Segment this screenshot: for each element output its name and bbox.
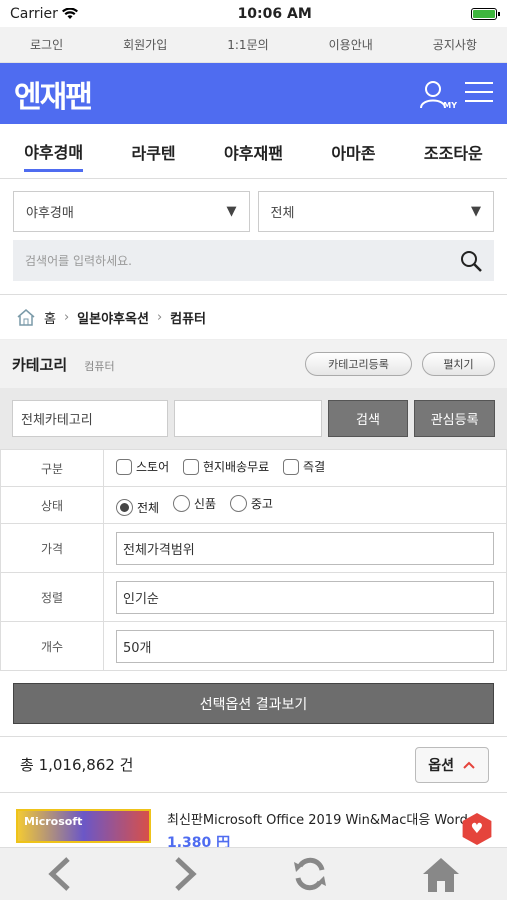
filter-row: 전체카테고리 검색 관심등록 — [0, 388, 507, 449]
home-icon[interactable] — [16, 308, 36, 326]
tab-zozotown[interactable]: 조조타운 — [424, 132, 483, 170]
product-thumbnail[interactable]: Microsoft — [16, 809, 151, 843]
breadcrumb-computer[interactable]: 컴퓨터 — [170, 308, 206, 327]
count-select[interactable]: 50개 — [116, 629, 494, 663]
price-label: 가격 — [0, 523, 104, 573]
state-all-radio[interactable]: 전체 — [116, 498, 159, 516]
market-select[interactable]: 야후경매 ▼ — [13, 191, 250, 232]
option-toggle-button[interactable]: 옵션 — [415, 746, 489, 783]
my-account-icon[interactable]: MY — [419, 78, 457, 110]
home-nav-icon[interactable] — [421, 855, 461, 893]
menu-icon[interactable] — [465, 81, 493, 107]
carrier-label: Carrier — [10, 6, 79, 22]
breadcrumb: 홈 › 일본야후옥션 › 컴퓨터 — [0, 295, 507, 340]
category-bar: 카테고리 컴퓨터 카테고리등록 펼치기 — [0, 340, 507, 388]
logo[interactable]: 엔재팬 — [14, 72, 93, 116]
back-icon[interactable] — [46, 857, 76, 891]
chevron-down-icon: ▼ — [471, 204, 481, 219]
product-title[interactable]: 최신판Microsoft Office 2019 Win&Mac대응 Word — [167, 809, 468, 828]
sort-select[interactable]: 인기순 — [116, 580, 494, 614]
chevron-down-icon: ▼ — [226, 204, 237, 219]
state-label: 상태 — [0, 486, 104, 524]
product-item[interactable]: Microsoft 최신판Microsoft Office 2019 Win&M… — [0, 793, 507, 851]
total-count: 총 1,016,862 건 — [20, 756, 134, 774]
header: 엔재팬 MY — [0, 63, 507, 124]
search-button[interactable]: 검색 — [327, 400, 409, 437]
state-new-radio[interactable]: 신품 — [172, 494, 216, 512]
count-label: 개수 — [0, 621, 104, 671]
refresh-icon[interactable] — [292, 856, 328, 892]
count-bar: 총 1,016,862 건 옵션 — [0, 737, 507, 793]
status-bar: Carrier 10:06 AM — [0, 0, 507, 27]
chevron-up-icon — [463, 761, 475, 769]
bottom-toolbar — [0, 847, 507, 900]
tab-amazon[interactable]: 아마존 — [331, 132, 375, 170]
favorite-button[interactable]: 관심등록 — [414, 400, 495, 437]
tab-yahoo-japan[interactable]: 야후재팬 — [224, 132, 283, 170]
signup-link[interactable]: 회원가입 — [123, 36, 167, 53]
login-link[interactable]: 로그인 — [30, 36, 63, 53]
top-nav: 로그인 회원가입 1:1문의 이용안내 공지사항 — [0, 27, 507, 63]
category-select[interactable]: 전체카테고리 — [12, 400, 168, 437]
guide-link[interactable]: 이용안내 — [329, 36, 373, 53]
notice-link[interactable]: 공지사항 — [433, 36, 477, 53]
forward-icon[interactable] — [169, 857, 199, 891]
result-button-wrap: 선택옵션 결과보기 — [0, 671, 507, 737]
price-select[interactable]: 전체가격범위 — [116, 531, 494, 565]
market-select-value: 야후경매 — [26, 206, 74, 221]
option-label: 옵션 — [428, 757, 454, 774]
chevron-right-icon: › — [63, 309, 70, 325]
clock: 10:06 AM — [237, 5, 312, 22]
search-input[interactable]: 검색어를 입력하세요. — [13, 240, 494, 281]
scope-select[interactable]: 전체 ▼ — [257, 191, 494, 232]
chevron-right-icon: › — [156, 309, 163, 325]
expand-button[interactable]: 펼치기 — [422, 352, 495, 376]
sort-label: 정렬 — [0, 572, 104, 622]
type-label: 구분 — [0, 449, 104, 487]
breadcrumb-auction[interactable]: 일본야후옥션 — [77, 308, 149, 327]
category-register-button[interactable]: 카테고리등록 — [305, 352, 412, 376]
state-used-radio[interactable]: 중고 — [229, 494, 273, 512]
breadcrumb-home[interactable]: 홈 — [44, 308, 56, 327]
search-placeholder: 검색어를 입력하세요. — [25, 254, 132, 268]
buy-now-checkbox[interactable]: 즉결 — [283, 458, 325, 475]
search-icon[interactable] — [460, 250, 482, 272]
my-label: MY — [443, 100, 457, 110]
view-results-button[interactable]: 선택옵션 결과보기 — [13, 683, 494, 724]
category-sub: 컴퓨터 — [84, 359, 115, 373]
options-table: 구분 스토어 현지배송무료 즉결 상태 전체 신품 중고 가격 전체가격범위 정… — [0, 449, 507, 671]
scope-select-value: 전체 — [270, 206, 295, 221]
wifi-icon — [62, 7, 79, 19]
battery-icon — [471, 7, 500, 20]
search-area: 야후경매 ▼ 전체 ▼ 검색어를 입력하세요. — [0, 179, 507, 295]
tab-yahoo-auction[interactable]: 야후경매 — [24, 131, 84, 172]
category-title: 카테고리 — [12, 355, 68, 374]
market-tabs: 야후경매 라쿠텐 야후재팬 아마존 조조타운 — [0, 124, 507, 179]
inquiry-link[interactable]: 1:1문의 — [227, 36, 268, 53]
store-checkbox[interactable]: 스토어 — [116, 458, 169, 475]
keyword-input[interactable] — [173, 400, 322, 437]
free-shipping-checkbox[interactable]: 현지배송무료 — [182, 458, 269, 475]
tab-rakuten[interactable]: 라쿠텐 — [131, 132, 175, 170]
